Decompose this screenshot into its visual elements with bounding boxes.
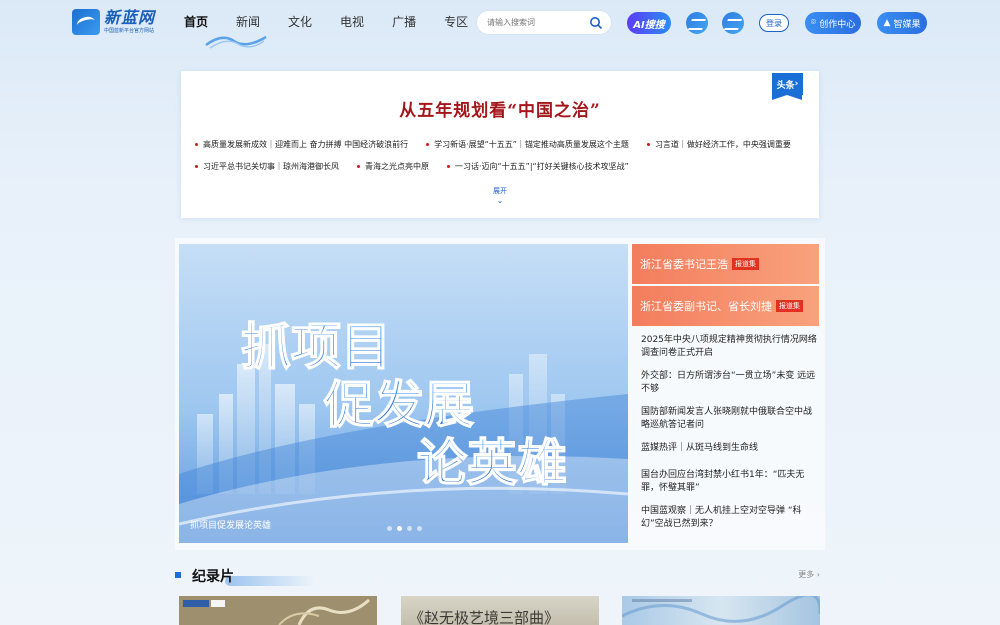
chevron-right-icon: › xyxy=(794,79,799,89)
logo-title: 新蓝网 xyxy=(104,8,156,27)
nav-home[interactable]: 首页 xyxy=(184,14,208,30)
side-news-item[interactable]: 国台办回应台湾封禁小红书1年：“匹夫无罪，怀璧其罪” xyxy=(641,469,817,495)
topic-card-party-secretary[interactable]: 浙江省委书记王浩 报道集 xyxy=(632,244,819,284)
nav-news[interactable]: 新闻 xyxy=(236,14,260,30)
n-logo-icon: ▲ xyxy=(883,18,891,28)
thumbnail-art xyxy=(622,596,820,623)
logo-subtitle: 中国蓝新平台官方网站 xyxy=(104,28,155,34)
main-nav: 首页 新闻 文化 电视 广播 专区 xyxy=(184,14,496,30)
headline-link[interactable]: 青海之光点亮中原 xyxy=(357,161,429,172)
side-news-list: 2025年中央八项规定精神贯彻执行情况网络调查问卷正式开启 外交部：日方所谓涉台… xyxy=(641,334,817,541)
documentary-header: 纪录片 更多 › xyxy=(175,566,825,586)
smart-media-label: 智媒果 xyxy=(893,19,921,30)
feature-banner[interactable]: 抓项目 促发展 论英雄 抓项目促发展论英雄 xyxy=(179,244,628,543)
nav-active-wave-icon xyxy=(205,35,267,49)
banner-line-2: 促发展 xyxy=(323,376,474,434)
site-logo[interactable]: 新蓝网 中国蓝新平台官方网站 xyxy=(72,9,155,35)
headline-link[interactable]: 习言道｜做好经济工作，中央强调重要 xyxy=(646,139,791,150)
side-news-item[interactable]: 蓝媒热评｜从斑马线到生命线 xyxy=(641,442,817,455)
documentary-thumbnail-2[interactable]: 《赵无极艺境三部曲》 xyxy=(401,596,599,625)
more-link[interactable]: 更多 › xyxy=(798,569,820,580)
expand-label: 展开 xyxy=(493,187,507,195)
headline-links-row-2: 习近平总书记关切事｜琼州海港御长风 青海之光点亮中原 一习话·迈向“十五五”|“… xyxy=(195,161,647,172)
login-button[interactable]: 登录 xyxy=(759,14,789,32)
headline-link[interactable]: 学习新语·展望“十五五”｜锚定推动高质量发展这个主题 xyxy=(426,139,629,150)
banner-caption: 抓项目促发展论英雄 xyxy=(190,521,272,531)
nav-culture[interactable]: 文化 xyxy=(288,14,312,30)
zjtv-mobile-icon[interactable] xyxy=(722,12,744,34)
nav-special[interactable]: 专区 xyxy=(444,14,468,30)
nav-tv[interactable]: 电视 xyxy=(340,14,364,30)
banner-line-3: 论英雄 xyxy=(417,434,567,492)
creator-center-label: 创作中心 xyxy=(819,19,856,30)
more-label: 更多 xyxy=(798,570,815,579)
topic-card-text: 浙江省委副书记、省长刘捷 xyxy=(640,300,772,313)
headline-badge[interactable]: 头条 › xyxy=(772,73,803,100)
chevron-right-icon: › xyxy=(816,570,820,579)
headline-link[interactable]: 习近平总书记关切事｜琼州海港御长风 xyxy=(195,161,339,172)
carousel-dot[interactable] xyxy=(407,526,412,531)
banner-headline-art: 抓项目 促发展 论英雄 xyxy=(240,317,568,493)
carousel-dot[interactable] xyxy=(417,526,422,531)
headline-title[interactable]: 从五年规划看“中国之治” xyxy=(181,96,819,121)
thumbnail-title: 《赵无极艺境三部曲》 xyxy=(409,609,560,625)
search-box xyxy=(476,10,612,35)
headline-link[interactable]: 高质量发展新成效｜迎难而上 奋力拼搏 中国经济破浪前行 xyxy=(195,139,408,150)
search-input[interactable] xyxy=(487,18,583,27)
documentary-thumbnail-3[interactable] xyxy=(622,596,820,625)
side-news-item[interactable]: 国防部新闻发言人张晓刚就中俄联合空中战略巡航答记者问 xyxy=(641,406,817,432)
nav-radio[interactable]: 广播 xyxy=(392,14,416,30)
side-news-item[interactable]: 外交部：日方所谓涉台“一贯立场”未变 远远不够 xyxy=(641,370,817,396)
site-header: 新蓝网 中国蓝新平台官方网站 首页 新闻 文化 电视 广播 专区 AI搜搜 登录… xyxy=(0,0,1000,49)
topic-card-governor[interactable]: 浙江省委副书记、省长刘捷 报道集 xyxy=(632,286,819,326)
carousel-dot[interactable] xyxy=(387,526,392,531)
headline-links-row-1: 高质量发展新成效｜迎难而上 奋力拼搏 中国经济破浪前行 学习新语·展望“十五五”… xyxy=(195,139,809,150)
carousel-dot-active[interactable] xyxy=(397,526,402,531)
thumbnail-art xyxy=(179,596,377,625)
side-news-item[interactable]: 2025年中央八项规定精神贯彻执行情况网络调查问卷正式开启 xyxy=(641,334,817,360)
side-news-item[interactable]: 中国蓝观察｜无人机挂上空对空导弹 “科幻”空战已然到来？ xyxy=(641,505,817,531)
ai-search-button[interactable]: AI搜搜 xyxy=(627,12,671,34)
chevron-down-icon: ⌄ xyxy=(496,196,504,205)
smart-media-button[interactable]: ▲ 智媒果 xyxy=(877,12,927,34)
documentary-title: 纪录片 xyxy=(192,569,234,585)
documentary-thumbnail-1[interactable] xyxy=(179,596,377,625)
zjtv-app-icon[interactable] xyxy=(686,12,708,34)
banner-line-1: 抓项目 xyxy=(241,318,391,376)
location-pin-icon: ⌾ xyxy=(810,18,817,28)
creator-center-button[interactable]: ⌾ 创作中心 xyxy=(805,12,861,34)
topic-card-tag: 报道集 xyxy=(776,300,803,312)
logo-mark-icon xyxy=(72,9,100,35)
expand-button[interactable]: 展开 ⌄ xyxy=(181,187,819,205)
headline-card: 头条 › 从五年规划看“中国之治” 高质量发展新成效｜迎难而上 奋力拼搏 中国经济… xyxy=(181,71,819,218)
section-title-highlight xyxy=(225,576,315,586)
section-marker-icon xyxy=(175,572,181,578)
headline-badge-label: 头条 xyxy=(776,80,795,91)
headline-link[interactable]: 一习话·迈向“十五五”|“打好关键核心技术攻坚战” xyxy=(447,161,629,172)
search-icon[interactable] xyxy=(589,16,603,30)
topic-card-text: 浙江省委书记王浩 xyxy=(640,258,728,271)
topic-card-tag: 报道集 xyxy=(732,258,759,270)
carousel-dots xyxy=(387,526,427,531)
